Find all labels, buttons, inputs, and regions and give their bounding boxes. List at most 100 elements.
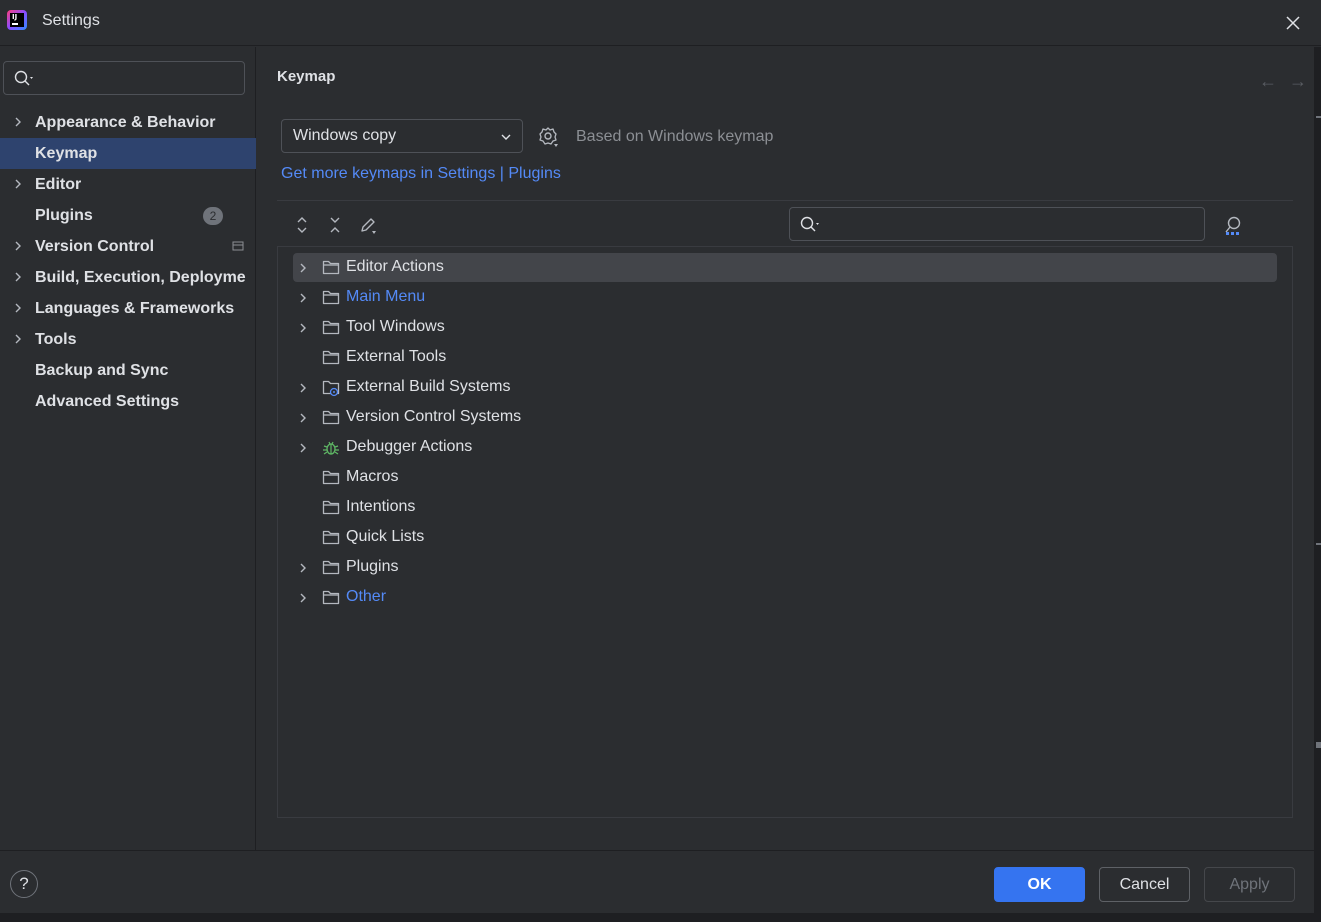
keymap-dropdown[interactable]: Windows copy <box>281 119 523 153</box>
tree-node-label: Plugins <box>346 558 399 575</box>
plugins-update-badge: 2 <box>203 207 223 225</box>
divider <box>277 200 1293 201</box>
folder-icon <box>322 590 340 605</box>
title-bar: Settings <box>0 0 1321 46</box>
settings-sidebar: Appearance & Behavior Keymap Editor Plug… <box>0 47 256 850</box>
collapse-all-icon[interactable] <box>325 215 345 235</box>
tree-node-external-build-systems[interactable]: External Build Systems <box>293 373 1277 402</box>
dialog-footer: ? OK Cancel Apply <box>0 850 1314 922</box>
tree-node-label: Other <box>346 588 387 605</box>
background-mark <box>1316 742 1321 748</box>
folder-icon <box>322 500 340 515</box>
tree-node-label: Macros <box>346 468 399 485</box>
tree-node-label: Main Menu <box>346 288 426 305</box>
tree-node-label: Version Control Systems <box>346 408 522 425</box>
settings-nav: Appearance & Behavior Keymap Editor Plug… <box>0 107 256 417</box>
actions-tree: Editor Actions Main Menu Tool Windows Ex… <box>277 246 1293 818</box>
tree-node-version-control-systems[interactable]: Version Control Systems <box>293 403 1277 432</box>
sidebar-item-advanced-settings[interactable]: Advanced Settings <box>0 386 256 417</box>
sidebar-item-languages-frameworks[interactable]: Languages & Frameworks <box>0 293 256 324</box>
chevron-right-icon <box>15 241 21 251</box>
sidebar-item-build-execution-deployment[interactable]: Build, Execution, Deployme <box>0 262 256 293</box>
cancel-button[interactable]: Cancel <box>1099 867 1190 902</box>
chevron-right-icon <box>15 117 21 127</box>
sidebar-item-keymap[interactable]: Keymap <box>0 138 256 169</box>
project-level-icon <box>232 241 244 251</box>
close-window-button[interactable] <box>1282 12 1304 34</box>
sidebar-item-label: Appearance & Behavior <box>35 114 216 131</box>
sidebar-item-appearance-behavior[interactable]: Appearance & Behavior <box>0 107 256 138</box>
tree-node-external-tools[interactable]: External Tools <box>293 343 1277 372</box>
sidebar-item-label: Backup and Sync <box>35 362 169 379</box>
sidebar-item-label: Build, Execution, Deployme <box>35 269 246 286</box>
tree-node-label: Intentions <box>346 498 416 515</box>
sidebar-item-plugins[interactable]: Plugins 2 <box>0 200 256 231</box>
tree-node-editor-actions[interactable]: Editor Actions <box>293 253 1277 282</box>
help-button[interactable]: ? <box>10 870 38 898</box>
sidebar-item-label: Version Control <box>35 238 155 255</box>
tree-node-plugins[interactable]: Plugins <box>293 553 1277 582</box>
chevron-right-icon <box>300 293 306 303</box>
get-more-keymaps-link[interactable]: Get more keymaps in Settings | Plugins <box>281 165 561 183</box>
chevron-right-icon <box>300 443 306 453</box>
window-title: Settings <box>42 12 100 29</box>
history-navigation: ← → <box>1247 71 1307 92</box>
background-mark <box>1316 543 1321 545</box>
sidebar-item-editor[interactable]: Editor <box>0 169 256 200</box>
chevron-right-icon <box>300 323 306 333</box>
tree-node-label: External Tools <box>346 348 447 365</box>
close-icon <box>1286 16 1300 30</box>
tree-node-label: Tool Windows <box>346 318 445 335</box>
background-window-edge <box>0 913 1314 922</box>
chevron-right-icon <box>300 593 306 603</box>
chevron-right-icon <box>300 563 306 573</box>
chevron-right-icon <box>15 334 21 344</box>
folder-icon <box>322 320 340 335</box>
apply-button[interactable]: Apply <box>1204 867 1295 902</box>
tree-node-debugger-actions[interactable]: Debugger Actions <box>293 433 1277 462</box>
tree-node-macros[interactable]: Macros <box>293 463 1277 492</box>
chevron-right-icon <box>300 383 306 393</box>
sidebar-item-version-control[interactable]: Version Control <box>0 231 256 262</box>
tree-node-main-menu[interactable]: Main Menu <box>293 283 1277 312</box>
folder-icon <box>322 290 340 305</box>
forward-arrow-icon[interactable]: → <box>1289 71 1307 91</box>
gear-icon[interactable] <box>538 126 560 148</box>
intellij-logo-icon <box>7 10 27 30</box>
background-mark <box>1316 116 1321 118</box>
tree-node-label: Debugger Actions <box>346 438 473 455</box>
settings-search-input[interactable] <box>3 61 245 95</box>
chevron-right-icon <box>15 179 21 189</box>
tree-node-tool-windows[interactable]: Tool Windows <box>293 313 1277 342</box>
tree-node-intentions[interactable]: Intentions <box>293 493 1277 522</box>
folder-icon <box>322 560 340 575</box>
tree-node-other[interactable]: Other <box>293 583 1277 612</box>
folder-icon <box>322 410 340 425</box>
search-icon <box>14 70 33 86</box>
chevron-down-icon <box>501 134 511 140</box>
ok-button[interactable]: OK <box>994 867 1085 902</box>
chevron-right-icon <box>300 263 306 273</box>
keymap-panel: Keymap ← → Windows copy Based on Windows … <box>257 47 1314 850</box>
expand-all-icon[interactable] <box>292 215 312 235</box>
keymap-dropdown-value: Windows copy <box>293 127 397 144</box>
find-by-shortcut-icon[interactable] <box>1223 215 1245 237</box>
folder-icon <box>322 470 340 485</box>
folder-icon <box>322 260 340 275</box>
back-arrow-icon[interactable]: ← <box>1259 71 1277 91</box>
sidebar-item-label: Editor <box>35 176 82 193</box>
sidebar-item-label: Tools <box>35 331 77 348</box>
bug-icon <box>323 441 339 455</box>
based-on-label: Based on Windows keymap <box>576 128 774 145</box>
search-icon <box>800 216 819 232</box>
edit-shortcut-icon[interactable] <box>358 215 378 235</box>
tree-node-quick-lists[interactable]: Quick Lists <box>293 523 1277 552</box>
page-title: Keymap <box>277 68 336 85</box>
chevron-right-icon <box>15 303 21 313</box>
sidebar-item-label: Keymap <box>35 145 98 162</box>
sidebar-item-tools[interactable]: Tools <box>0 324 256 355</box>
sidebar-item-label: Languages & Frameworks <box>35 300 235 317</box>
sidebar-item-backup-sync[interactable]: Backup and Sync <box>0 355 256 386</box>
action-search-input[interactable] <box>789 207 1205 241</box>
sidebar-item-label: Plugins <box>35 207 93 224</box>
